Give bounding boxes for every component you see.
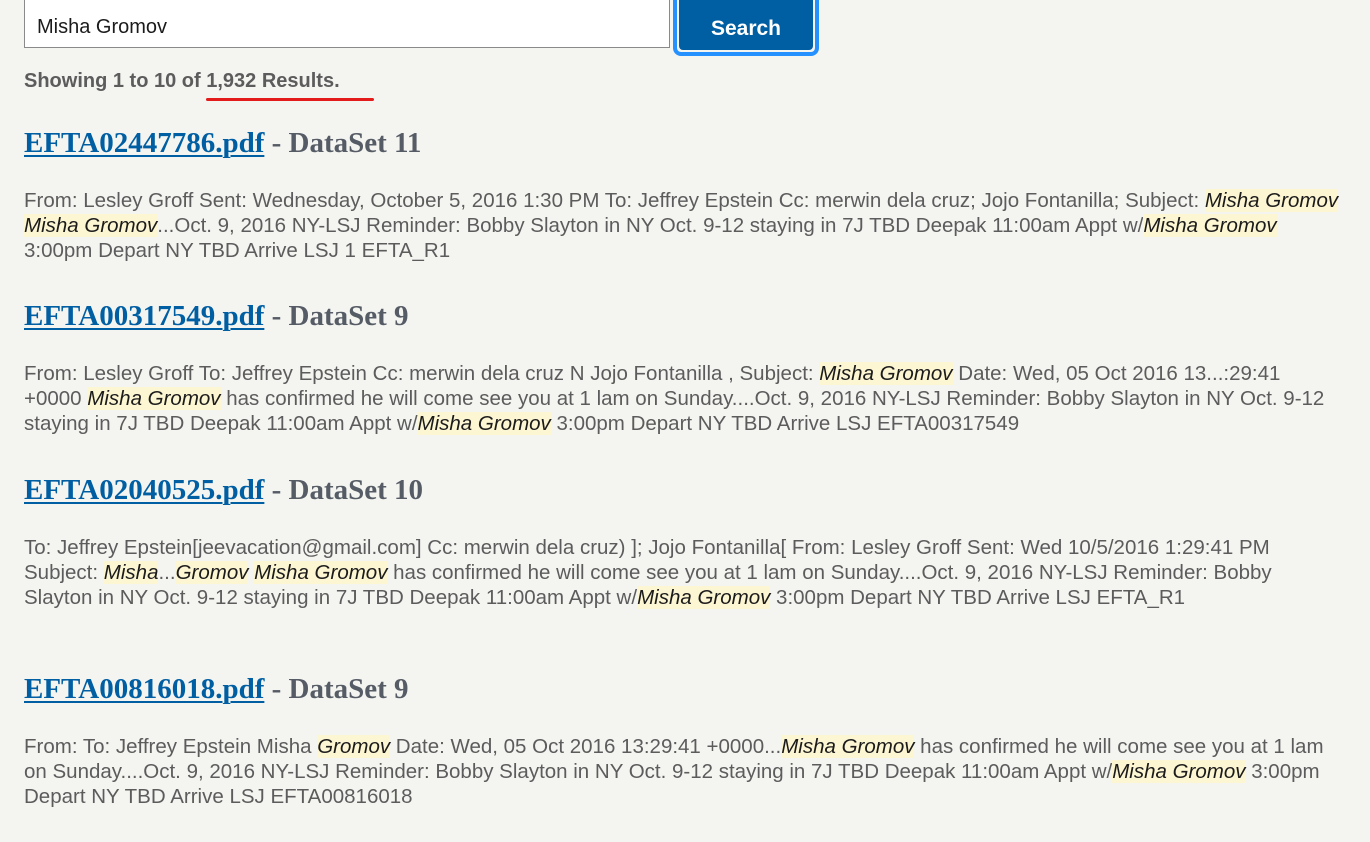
- highlighted-term: Misha Gromov: [1204, 189, 1339, 212]
- result-item: EFTA02447786.pdf - DataSet 11 From: Lesl…: [24, 126, 1340, 263]
- highlighted-term: Misha: [103, 561, 159, 584]
- result-item: EFTA02040525.pdf - DataSet 10 To: Jeffre…: [24, 473, 1340, 610]
- snippet-text: Date: Wed, 05 Oct 2016 13:29:41 +0000...: [390, 735, 782, 758]
- highlighted-term: Misha Gromov: [1112, 760, 1246, 783]
- snippet-text: From: Lesley Groff Sent: Wednesday, Octo…: [24, 189, 1205, 212]
- highlighted-term: Gromov: [317, 735, 391, 758]
- snippet-text: From: To: Jeffrey Epstein Misha: [24, 735, 318, 758]
- highlighted-term: Misha Gromov: [819, 362, 953, 385]
- result-dataset: - DataSet 9: [264, 300, 409, 332]
- snippet-text: ...Oct. 9, 2016 NY-LSJ Reminder: Bobby S…: [157, 214, 1144, 237]
- result-snippet: From: Lesley Groff Sent: Wednesday, Octo…: [24, 188, 1340, 263]
- result-title: EFTA02040525.pdf - DataSet 10: [24, 473, 1340, 507]
- search-button-focus-ring: Search: [673, 0, 819, 56]
- highlighted-term: Misha Gromov: [87, 387, 221, 410]
- result-title: EFTA00816018.pdf - DataSet 9: [24, 672, 1340, 706]
- search-input[interactable]: [24, 0, 670, 48]
- snippet-text: 3:00pm Depart NY TBD Arrive LSJ EFTA_R1: [770, 586, 1186, 609]
- result-link[interactable]: EFTA02447786.pdf: [24, 127, 264, 159]
- result-item: EFTA00317549.pdf - DataSet 9 From: Lesle…: [24, 299, 1340, 436]
- search-bar: Search: [24, 0, 824, 58]
- snippet-text: ...: [158, 561, 176, 584]
- result-dataset: - DataSet 11: [264, 127, 422, 159]
- result-snippet: From: Lesley Groff To: Jeffrey Epstein C…: [24, 361, 1340, 436]
- result-snippet: From: To: Jeffrey Epstein Misha Gromov D…: [24, 734, 1340, 809]
- search-button[interactable]: Search: [679, 0, 813, 50]
- highlighted-term: Misha Gromov: [781, 735, 915, 758]
- highlighted-term: Misha Gromov: [417, 412, 551, 435]
- snippet-text: 3:00pm Depart NY TBD Arrive LSJ 1 EFTA_R…: [24, 239, 451, 262]
- result-link[interactable]: EFTA00317549.pdf: [24, 300, 264, 332]
- result-link[interactable]: EFTA02040525.pdf: [24, 474, 264, 506]
- red-annotation-underline: [206, 98, 374, 101]
- result-dataset: - DataSet 10: [264, 474, 424, 506]
- results-summary: Showing 1 to 10 of 1,932 Results.: [24, 70, 340, 92]
- result-snippet: To: Jeffrey Epstein[jeevacation@gmail.co…: [24, 535, 1340, 610]
- highlighted-term: Misha Gromov: [1143, 214, 1277, 237]
- snippet-text: From: Lesley Groff To: Jeffrey Epstein C…: [24, 362, 820, 385]
- highlighted-term: Misha Gromov: [637, 586, 771, 609]
- snippet-text: 3:00pm Depart NY TBD Arrive LSJ EFTA0031…: [550, 412, 1020, 435]
- result-item: EFTA00816018.pdf - DataSet 9 From: To: J…: [24, 672, 1340, 809]
- highlighted-term: Misha Gromov: [24, 214, 158, 237]
- highlighted-term: Misha Gromov: [254, 561, 388, 584]
- result-title: EFTA02447786.pdf - DataSet 11: [24, 126, 1340, 160]
- result-link[interactable]: EFTA00816018.pdf: [24, 673, 264, 705]
- highlighted-term: Gromov: [175, 561, 249, 584]
- result-title: EFTA00317549.pdf - DataSet 9: [24, 299, 1340, 333]
- result-dataset: - DataSet 9: [264, 673, 409, 705]
